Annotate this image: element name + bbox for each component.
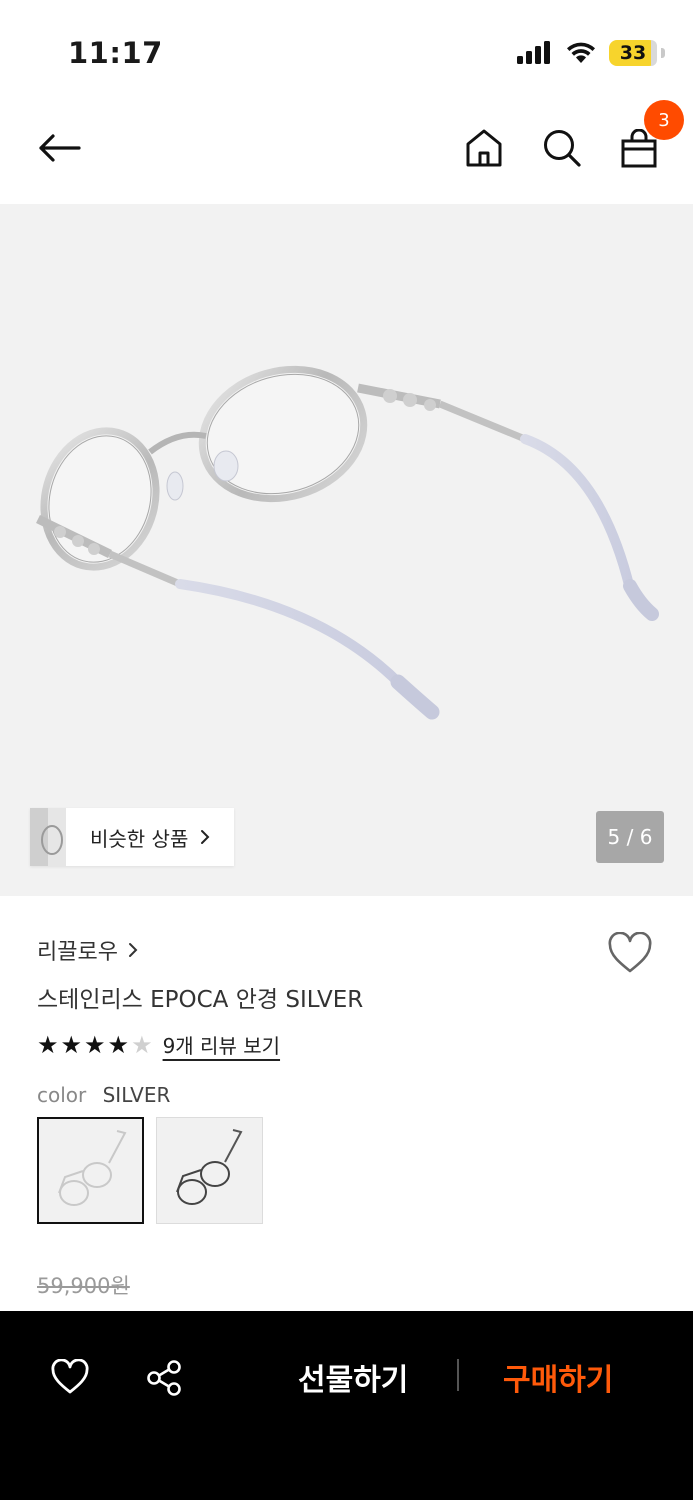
home-button[interactable]	[464, 126, 504, 170]
arrow-left-icon	[39, 134, 81, 162]
heart-outline-icon	[51, 1358, 89, 1394]
star-filled-icon: ★	[37, 1030, 59, 1059]
brand-link[interactable]: 리끌로우	[37, 934, 138, 966]
color-option-row: color SILVER	[37, 1083, 170, 1107]
star-filled-icon: ★	[60, 1030, 83, 1059]
back-button[interactable]	[34, 126, 84, 170]
product-title: 스테인리스 EPOCA 안경 SILVER	[37, 987, 364, 1013]
status-time: 11:17	[68, 36, 163, 70]
image-pager-indicator: 5 / 6	[596, 811, 664, 863]
status-bar: 11:17 33	[0, 0, 693, 100]
original-price: 59,900원	[37, 1274, 130, 1298]
star-rating: ★ ★ ★ ★ ★	[37, 1033, 153, 1057]
product-image-carousel[interactable]: 비슷한 상품 5 / 6	[0, 204, 693, 896]
star-empty-icon: ★	[131, 1030, 153, 1059]
status-icons: 33	[517, 40, 665, 66]
search-button[interactable]	[540, 126, 584, 170]
heart-outline-icon	[608, 931, 652, 973]
share-icon	[147, 1360, 181, 1396]
bottom-action-bar: 선물하기 구매하기	[0, 1311, 693, 1500]
cart-count-badge: 3	[644, 100, 684, 140]
reviews-link[interactable]: 9개 리뷰 보기	[163, 1030, 280, 1059]
share-button[interactable]	[146, 1359, 184, 1401]
color-swatch-silver[interactable]	[37, 1117, 144, 1224]
color-swatch-black[interactable]	[156, 1117, 263, 1224]
star-filled-icon: ★	[107, 1030, 130, 1059]
brand-name: 리끌로우	[37, 940, 118, 965]
color-swatches	[37, 1117, 263, 1224]
cart-button[interactable]: 3	[618, 100, 684, 170]
selected-color-value: SILVER	[102, 1083, 171, 1107]
gift-button[interactable]: 선물하기	[298, 1355, 408, 1399]
cellular-signal-icon	[517, 41, 550, 64]
similar-product-thumbnail	[30, 808, 66, 866]
chevron-right-icon	[128, 943, 138, 957]
bottom-wishlist-button[interactable]	[50, 1358, 90, 1399]
similar-products-label: 비슷한 상품	[90, 826, 189, 851]
buy-button[interactable]: 구매하기	[503, 1355, 613, 1399]
rating-row: ★ ★ ★ ★ ★ 9개 리뷰 보기	[37, 1030, 280, 1059]
wifi-icon	[567, 42, 595, 63]
color-label: color	[37, 1083, 87, 1107]
search-icon	[544, 130, 581, 167]
glasses-product-image	[36, 365, 659, 720]
chevron-right-icon	[201, 830, 210, 844]
top-nav: 3	[0, 100, 693, 204]
star-filled-icon: ★	[84, 1030, 106, 1059]
battery-level: 33	[619, 42, 647, 64]
similar-products-button[interactable]: 비슷한 상품	[30, 808, 235, 866]
bottom-bar-divider	[457, 1359, 459, 1391]
battery-indicator: 33	[609, 40, 665, 66]
wishlist-button[interactable]	[607, 931, 653, 978]
home-icon	[466, 129, 502, 167]
